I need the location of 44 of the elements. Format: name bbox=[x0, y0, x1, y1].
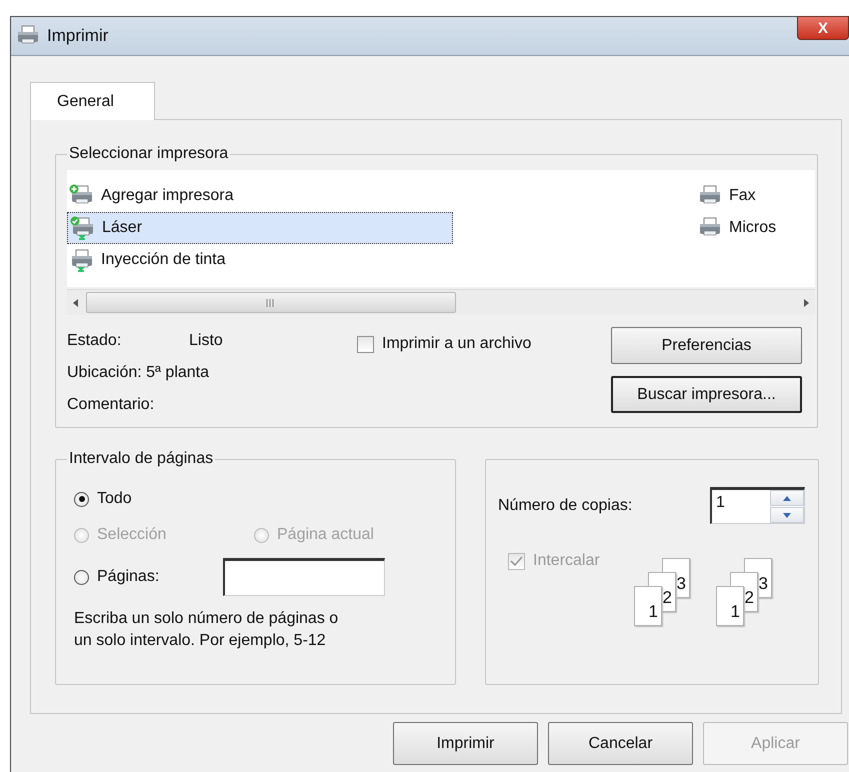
printer-list[interactable]: Agregar impresora Láser Inyección de tinta Fax Micros bbox=[67, 170, 815, 287]
print-button[interactable]: Imprimir bbox=[393, 722, 538, 765]
scroll-left-icon[interactable] bbox=[73, 298, 78, 306]
printer-name: Agregar impresora bbox=[101, 187, 234, 205]
printer-item[interactable]: Fax bbox=[695, 180, 815, 212]
pages-field[interactable] bbox=[223, 558, 386, 596]
printer-item[interactable]: Láser bbox=[67, 212, 453, 244]
spin-down-icon[interactable] bbox=[770, 507, 804, 523]
scrollbar-thumb[interactable] bbox=[86, 292, 456, 313]
printer-name: Inyección de tinta bbox=[101, 251, 226, 269]
horizontal-scrollbar[interactable] bbox=[67, 289, 815, 315]
preferences-button[interactable]: Preferencias bbox=[611, 327, 802, 364]
printer-item[interactable]: Micros bbox=[695, 212, 815, 244]
page-sheet: 1 bbox=[634, 586, 662, 626]
spin-up-icon[interactable] bbox=[770, 490, 804, 506]
copies-spinner[interactable]: 1 bbox=[710, 487, 805, 524]
detail-value: Listo bbox=[189, 331, 223, 351]
printer-icon bbox=[69, 248, 95, 272]
scroll-right-icon[interactable] bbox=[804, 298, 809, 306]
copies-value: 1 bbox=[715, 493, 726, 513]
group-title: Seleccionar impresora bbox=[67, 144, 230, 164]
printer-icon bbox=[70, 216, 96, 240]
page-range-hint: Escriba un solo número de páginas o un solo intervalo. Por ejemplo, 5-12 bbox=[74, 609, 340, 651]
radio-option[interactable]: Páginas: bbox=[74, 566, 160, 588]
checkbox[interactable] bbox=[357, 336, 374, 352]
window-title: Imprimir bbox=[47, 26, 108, 46]
detail-label: Comentario: bbox=[67, 395, 156, 415]
close-button[interactable]: X bbox=[797, 16, 849, 40]
checkbox-label: Imprimir a un archivo bbox=[382, 335, 532, 353]
tab[interactable]: General bbox=[30, 82, 155, 120]
printer-item[interactable]: Agregar impresora bbox=[67, 180, 695, 212]
radio-option[interactable]: Todo bbox=[74, 488, 434, 510]
detail-label: Ubicación: 5ª planta bbox=[67, 363, 210, 383]
cancel-button[interactable]: Cancelar bbox=[548, 722, 693, 765]
copies-label: Número de copias: bbox=[498, 496, 634, 514]
page-sheet: 1 bbox=[716, 586, 744, 626]
printer-name: Micros bbox=[729, 219, 776, 237]
printer-name: Láser bbox=[102, 219, 142, 237]
group-title: Intervalo de páginas bbox=[67, 449, 216, 469]
detail-label: Estado: bbox=[67, 331, 122, 351]
find-printer-button[interactable]: Buscar impresora... bbox=[611, 376, 802, 413]
checkbox-label: Intercalar bbox=[533, 552, 600, 570]
printer-name: Fax bbox=[729, 187, 756, 205]
printer-item[interactable]: Inyección de tinta bbox=[67, 244, 695, 276]
